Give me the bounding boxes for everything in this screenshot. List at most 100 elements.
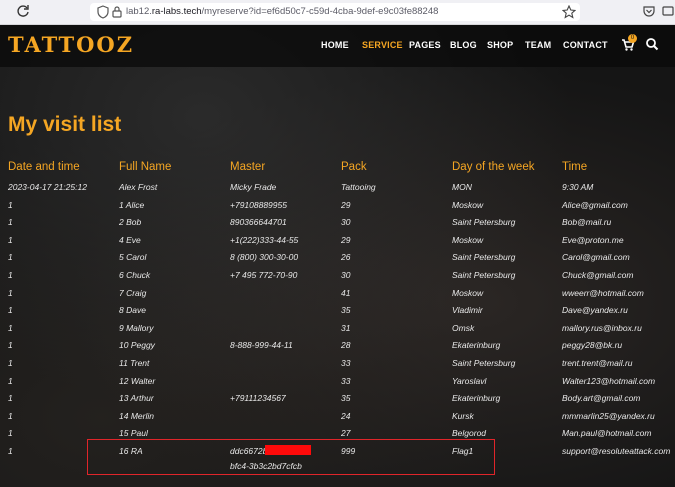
table-cell: 30 [341, 217, 351, 228]
table-cell: 1 [8, 287, 13, 298]
header-pack: Pack [341, 161, 367, 173]
header-date-time: Date and time [8, 161, 80, 173]
nav-home[interactable]: HOME [321, 40, 349, 50]
table-cell: Moskow [452, 234, 484, 245]
table-cell: 10 Peggy [119, 340, 155, 351]
table-cell: Belgorod [452, 428, 487, 439]
table-cell: Moskow [452, 199, 484, 210]
table-cell: 24 [341, 410, 351, 421]
table-cell: MON [452, 182, 472, 192]
table-cell: wweerr@hotmail.com [562, 287, 644, 298]
table-cell: 14 Merlin [119, 410, 154, 421]
table-cell: 41 [341, 287, 351, 298]
table-cell: 1 [8, 322, 13, 333]
table-cell: 1 [8, 428, 13, 439]
reload-icon[interactable] [16, 4, 30, 18]
table-cell: peggy28@bk.ru [562, 340, 623, 351]
cart-count-badge: 0 [628, 34, 637, 43]
header-full-name: Full Name [119, 161, 172, 173]
table-cell: 1 [8, 305, 13, 316]
table-cell: 2023-04-17 21:25:12 [8, 182, 87, 192]
table-cell: Chuck@gmail.com [562, 270, 634, 280]
table-cell: mallory.rus@inbox.ru [562, 322, 642, 333]
page-title: My visit list [8, 113, 122, 136]
shield-icon[interactable] [96, 5, 110, 19]
table-cell: Bob@mail.ru [562, 217, 612, 228]
table-cell: Alice@gmail.com [562, 199, 628, 210]
table-cell: 1 [8, 375, 13, 386]
table-cell: 8 (800) 300-30-00 [230, 252, 299, 263]
nav-team[interactable]: TEAM [525, 40, 551, 50]
table-cell: Yaroslavl [452, 375, 487, 386]
table-cell: trent.trent@mail.ru [562, 358, 633, 368]
table-cell: 30 [341, 270, 351, 280]
table-cell: 5 Carol [119, 252, 147, 263]
table-cell: 890366644701 [230, 217, 287, 228]
table-cell: 29 [341, 199, 351, 210]
nav-shop[interactable]: SHOP [487, 40, 513, 50]
nav-service[interactable]: SERVICE [362, 40, 403, 50]
browser-toolbar: lab12.ra-labs.tech/myreserve?id=ef6d50c7… [0, 0, 675, 25]
table-cell: 1 Alice [119, 199, 145, 210]
table-cell: 11 Trent [119, 358, 150, 368]
table-cell: Body.art@gmail.com [562, 393, 641, 404]
table-cell: 1 [8, 199, 13, 210]
table-cell: Saint Petersburg [452, 358, 516, 368]
address-bar[interactable]: lab12.ra-labs.tech/myreserve?id=ef6d50c7… [90, 3, 580, 21]
table-cell: Ekaterinburg [452, 393, 501, 404]
table-cell: Dave@yandex.ru [562, 305, 628, 316]
table-cell: Carol@gmail.com [562, 252, 630, 263]
table-cell: 15 Paul [119, 428, 148, 439]
nav-contact[interactable]: CONTACT [563, 40, 608, 50]
table-cell: +1(222)333-44-55 [230, 234, 299, 245]
table-cell: 35 [341, 393, 351, 404]
table-cell: 1 [8, 446, 13, 456]
table-cell: 13 Arthur [119, 393, 154, 404]
table-cell: Man.paul@hotmail.com [562, 428, 652, 439]
table-cell: Alex Frost [119, 182, 158, 192]
table-cell: Tattooing [341, 182, 376, 192]
table-cell: 26 [341, 252, 351, 263]
extensions-icon[interactable] [661, 4, 675, 18]
table-cell: support@resoluteattack.com [562, 446, 671, 456]
table-cell: +79108889955 [230, 199, 287, 210]
table-cell: mmmarlin25@yandex.ru [562, 410, 655, 421]
bookmark-star-icon[interactable] [561, 4, 577, 19]
lock-icon[interactable] [110, 5, 124, 19]
table-cell: 9 Mallory [119, 322, 154, 333]
table-cell: 1 [8, 217, 13, 228]
table-cell: Saint Petersburg [452, 270, 516, 280]
table-cell: 2 Bob [119, 217, 142, 228]
table-cell: 33 [341, 375, 351, 386]
table-cell: 1 [8, 270, 13, 280]
table-cell: 1 [8, 393, 13, 404]
table-cell: Kursk [452, 410, 474, 421]
table-cell: 1 [8, 234, 13, 245]
site-navbar: TATTOOZ HOME SERVICE PAGES BLOG SHOP TEA… [0, 25, 675, 67]
table-cell: 1 [8, 252, 13, 263]
table-cell: Micky Frade [230, 182, 277, 192]
search-icon[interactable] [645, 37, 659, 51]
table-cell: 27 [341, 428, 351, 439]
table-cell: +79111234567 [230, 393, 286, 404]
table-cell: 1 [8, 358, 13, 368]
table-cell: Vladimir [452, 305, 483, 316]
table-cell: 31 [341, 322, 351, 333]
header-day-of-week: Day of the week [452, 161, 535, 173]
table-cell: 33 [341, 358, 351, 368]
highlight-box [87, 439, 495, 475]
nav-blog[interactable]: BLOG [450, 40, 477, 50]
table-cell: Saint Petersburg [452, 217, 516, 228]
table-cell: 8-888-999-44-11 [230, 340, 293, 351]
table-cell: 4 Eve [119, 234, 141, 245]
table-cell: +7 495 772-70-90 [230, 270, 298, 280]
site-logo[interactable]: TATTOOZ [8, 32, 134, 57]
header-time: Time [562, 161, 588, 173]
table-cell: Walter123@hotmail.com [562, 375, 656, 386]
table-cell: Moskow [452, 287, 484, 298]
table-cell: Ekaterinburg [452, 340, 501, 351]
pocket-icon[interactable] [642, 4, 656, 18]
table-cell: Omsk [452, 322, 475, 333]
nav-pages[interactable]: PAGES [409, 40, 441, 50]
table-cell: 7 Craig [119, 287, 147, 298]
